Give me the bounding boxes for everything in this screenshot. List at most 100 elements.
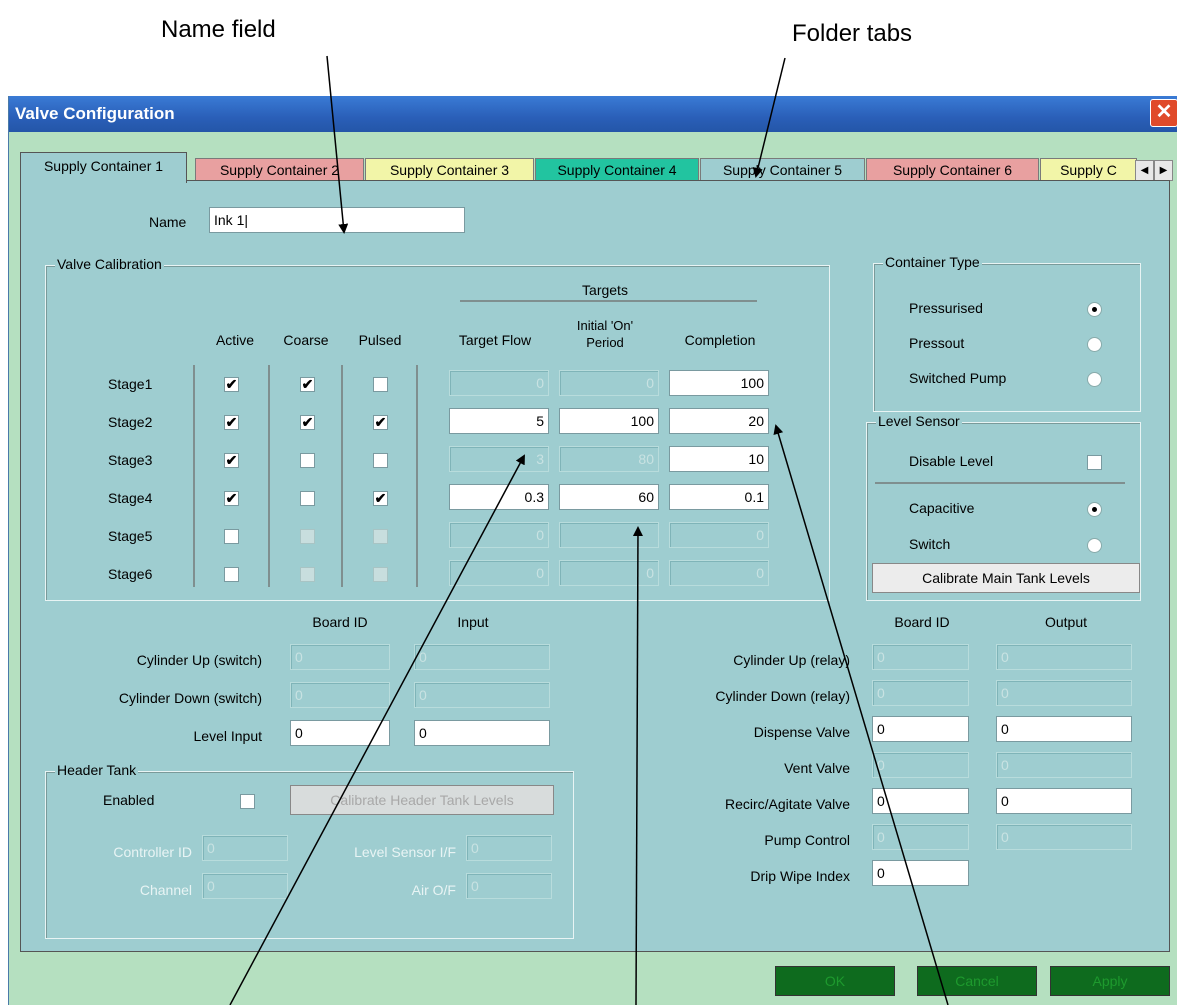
stage-completion-field[interactable]: 100 — [669, 370, 769, 396]
output-board-id-field[interactable]: 0 — [872, 644, 969, 670]
stage-initial-on-field[interactable]: 0 — [559, 560, 659, 586]
stage-coarse-checkbox[interactable]: ✔ — [300, 415, 315, 430]
name-field[interactable]: Ink 1| — [209, 207, 465, 233]
output-board-id-field[interactable]: 0 — [872, 716, 969, 742]
stage-completion-field[interactable]: 0.1 — [669, 484, 769, 510]
stage-active-checkbox[interactable] — [224, 567, 239, 582]
output-board-id-header: Board ID — [894, 614, 950, 630]
stage-active-checkbox[interactable]: ✔ — [224, 377, 239, 392]
stage-completion-field[interactable]: 0 — [669, 522, 769, 548]
level-sensor-radio[interactable] — [1087, 502, 1102, 517]
output-row-label: Recirc/Agitate Valve — [724, 796, 850, 812]
stage-coarse-checkbox[interactable] — [300, 567, 315, 582]
input-board-id-field[interactable]: 0 — [290, 720, 390, 746]
tab-supply-container-2[interactable]: Supply Container 2 — [195, 158, 364, 181]
stage-label: Stage5 — [108, 528, 153, 544]
disable-level-label: Disable Level — [909, 453, 994, 469]
tab-supply-container-3[interactable]: Supply Container 3 — [365, 158, 534, 181]
tab-scroll-right-icon[interactable]: ▶ — [1154, 160, 1173, 181]
column-separator — [416, 365, 418, 587]
container-type-radio[interactable] — [1087, 372, 1102, 387]
input-board-id-field[interactable]: 0 — [290, 644, 390, 670]
container-type-radio[interactable] — [1087, 302, 1102, 317]
stage-label: Stage3 — [108, 452, 153, 468]
stage-pulsed-checkbox[interactable] — [373, 377, 388, 392]
controller-id-label: Controller ID — [113, 844, 192, 860]
stage-pulsed-checkbox[interactable]: ✔ — [373, 415, 388, 430]
stage-initial-on-field[interactable]: 100 — [559, 408, 659, 434]
tab-supply-container-1[interactable]: Supply Container 1 — [20, 152, 187, 183]
stage-active-checkbox[interactable]: ✔ — [224, 453, 239, 468]
controller-id-field[interactable]: 0 — [202, 835, 288, 861]
stage-initial-on-field[interactable]: 80 — [559, 446, 659, 472]
tab-supply-container-4[interactable]: Supply Container 4 — [535, 158, 699, 181]
stage-active-checkbox[interactable]: ✔ — [224, 415, 239, 430]
stage-target-flow-field[interactable]: 0.3 — [449, 484, 549, 510]
level-sensor-if-field[interactable]: 0 — [466, 835, 552, 861]
stage-coarse-checkbox[interactable] — [300, 453, 315, 468]
input-row-label: Cylinder Up (switch) — [136, 652, 262, 668]
air-of-field[interactable]: 0 — [466, 873, 552, 899]
disable-level-checkbox[interactable] — [1087, 455, 1102, 470]
header-tank-enabled-checkbox[interactable] — [240, 794, 255, 809]
output-board-id-field[interactable]: 0 — [872, 680, 969, 706]
stage-completion-field[interactable]: 20 — [669, 408, 769, 434]
stage-target-flow-field[interactable]: 5 — [449, 408, 549, 434]
stage-label: Stage2 — [108, 414, 153, 430]
output-value-field[interactable]: 0 — [996, 752, 1132, 778]
input-value-field[interactable]: 0 — [414, 682, 550, 708]
level-sensor-radio[interactable] — [1087, 538, 1102, 553]
stage-completion-field[interactable]: 10 — [669, 446, 769, 472]
name-label: Name — [149, 214, 187, 230]
close-icon[interactable]: ✕ — [1150, 99, 1177, 127]
output-board-id-field[interactable]: 0 — [872, 824, 969, 850]
stage-target-flow-field[interactable]: 0 — [449, 370, 549, 396]
output-value-field[interactable]: 0 — [996, 644, 1132, 670]
input-board-id-field[interactable]: 0 — [290, 682, 390, 708]
stage-target-flow-field[interactable]: 0 — [449, 522, 549, 548]
level-sensor-title: Level Sensor — [876, 413, 962, 429]
tab-supply-container-7[interactable]: Supply C — [1040, 158, 1137, 181]
apply-button[interactable]: Apply — [1050, 966, 1170, 996]
calibrate-header-tank-levels-button[interactable]: Calibrate Header Tank Levels — [290, 785, 554, 815]
tab-scroll-left-icon[interactable]: ◀ — [1135, 160, 1154, 181]
stage-coarse-checkbox[interactable] — [300, 529, 315, 544]
output-board-id-field[interactable]: 0 — [872, 752, 969, 778]
stage-target-flow-field[interactable]: 0 — [449, 560, 549, 586]
input-row-label: Level Input — [193, 728, 263, 744]
stage-initial-on-field[interactable] — [559, 522, 659, 548]
tab-supply-container-6[interactable]: Supply Container 6 — [866, 158, 1039, 181]
input-value-field[interactable]: 0 — [414, 720, 550, 746]
stage-active-checkbox[interactable]: ✔ — [224, 491, 239, 506]
stage-completion-field[interactable]: 0 — [669, 560, 769, 586]
stage-target-flow-field[interactable]: 3 — [449, 446, 549, 472]
output-row-label: Vent Valve — [784, 760, 850, 776]
cancel-button[interactable]: Cancel — [917, 966, 1037, 996]
input-value-field[interactable]: 0 — [414, 644, 550, 670]
output-row-label: Cylinder Down (relay) — [715, 688, 850, 704]
stage-coarse-checkbox[interactable]: ✔ — [300, 377, 315, 392]
output-board-id-field[interactable]: 0 — [872, 860, 969, 886]
output-value-field[interactable]: 0 — [996, 716, 1132, 742]
channel-label: Channel — [139, 882, 192, 898]
container-type-radio[interactable] — [1087, 337, 1102, 352]
stage-pulsed-checkbox[interactable] — [373, 453, 388, 468]
column-completion: Completion — [684, 332, 756, 348]
output-value-field[interactable]: 0 — [996, 680, 1132, 706]
column-initial-on: Initial 'On' — [576, 318, 634, 333]
calibrate-main-tank-levels-button[interactable]: Calibrate Main Tank Levels — [872, 563, 1140, 593]
stage-initial-on-field[interactable]: 0 — [559, 370, 659, 396]
stage-pulsed-checkbox[interactable] — [373, 567, 388, 582]
output-value-field[interactable]: 0 — [996, 824, 1132, 850]
stage-pulsed-checkbox[interactable] — [373, 529, 388, 544]
stage-pulsed-checkbox[interactable]: ✔ — [373, 491, 388, 506]
stage-initial-on-field[interactable]: 60 — [559, 484, 659, 510]
column-pulsed: Pulsed — [358, 332, 402, 348]
channel-field[interactable]: 0 — [202, 873, 288, 899]
stage-coarse-checkbox[interactable] — [300, 491, 315, 506]
output-value-field[interactable]: 0 — [996, 788, 1132, 814]
ok-button[interactable]: OK — [775, 966, 895, 996]
tab-supply-container-5[interactable]: Supply Container 5 — [700, 158, 865, 181]
stage-active-checkbox[interactable] — [224, 529, 239, 544]
output-board-id-field[interactable]: 0 — [872, 788, 969, 814]
